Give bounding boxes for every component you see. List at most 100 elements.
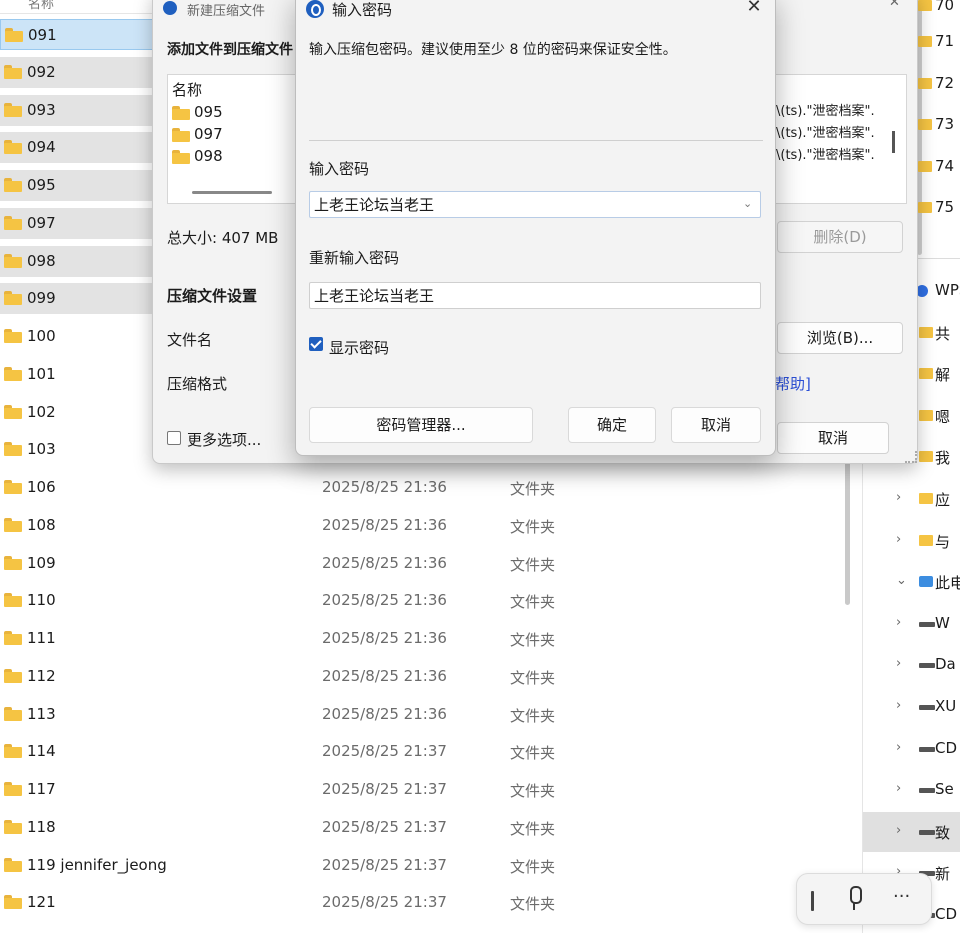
folder-icon <box>5 28 23 42</box>
folder-icon <box>919 410 933 421</box>
password-dialog-title: 输入密码 <box>332 1 393 19</box>
cancel-button[interactable]: 取消 <box>671 407 761 443</box>
nav-item-label: 共 <box>935 325 951 343</box>
confirm-password-input[interactable] <box>309 282 761 309</box>
file-row[interactable]: 110 2025/8/25 21:36 文件夹 <box>0 585 850 616</box>
folder-icon <box>919 535 933 546</box>
file-date: 2025/8/25 21:36 <box>322 705 447 723</box>
password-manager-button[interactable]: 密码管理器... <box>309 407 533 443</box>
password-input[interactable] <box>309 191 761 218</box>
file-name: 106 <box>27 478 56 496</box>
nav-item-label: Da <box>935 655 956 673</box>
nav-item[interactable]: ⌄ 此电 <box>863 562 960 602</box>
list-scrollbar[interactable] <box>845 460 850 605</box>
nav-item-label: 致 <box>935 824 951 842</box>
folder-icon <box>918 36 932 47</box>
file-date: 2025/8/25 21:36 <box>322 516 447 534</box>
listbox-item[interactable]: 097 <box>172 124 292 146</box>
text-cursor-icon[interactable] <box>811 891 814 911</box>
file-name: 099 <box>27 289 56 307</box>
file-row[interactable]: 112 2025/8/25 21:36 文件夹 <box>0 661 850 692</box>
chevron-icon[interactable]: › <box>896 656 901 671</box>
file-row[interactable]: 117 2025/8/25 21:37 文件夹 <box>0 774 850 805</box>
folder-icon <box>918 119 932 130</box>
nav-item[interactable]: › 应 <box>863 479 960 519</box>
chevron-icon[interactable]: › <box>896 740 901 755</box>
file-row[interactable]: 106 2025/8/25 21:36 文件夹 <box>0 472 850 503</box>
more-icon[interactable]: ··· <box>893 886 910 907</box>
cancel-button[interactable]: 取消 <box>777 422 889 454</box>
chevron-down-icon[interactable]: ⌄ <box>743 197 752 210</box>
ok-button[interactable]: 确定 <box>568 407 656 443</box>
file-type: 文件夹 <box>510 556 556 574</box>
chevron-icon[interactable]: › <box>896 781 901 796</box>
folder-icon <box>4 895 22 909</box>
chevron-icon[interactable]: › <box>896 490 901 505</box>
listbox-item[interactable]: 098 <box>172 146 292 168</box>
file-type: 文件夹 <box>510 858 556 876</box>
close-icon[interactable]: ✕ <box>889 0 900 10</box>
file-row[interactable]: 109 2025/8/25 21:36 文件夹 <box>0 548 850 579</box>
file-type: 文件夹 <box>510 895 556 913</box>
nav-item-label: W <box>935 614 950 632</box>
file-date: 2025/8/25 21:36 <box>322 667 447 685</box>
file-name: 118 <box>27 818 56 836</box>
resize-grip-icon[interactable] <box>905 451 917 463</box>
nav-item-label: 71 <box>935 32 955 50</box>
nav-item[interactable]: › 致 <box>863 812 960 852</box>
drive-icon <box>919 788 935 793</box>
chevron-icon[interactable]: › <box>896 698 901 713</box>
nav-item[interactable]: › XU <box>863 687 960 727</box>
nav-item[interactable]: › Se <box>863 770 960 810</box>
folder-icon <box>918 0 932 11</box>
nav-item[interactable]: › CD <box>863 729 960 769</box>
close-icon[interactable]: ✕ <box>742 0 766 19</box>
file-name: 110 <box>27 591 56 609</box>
folder-icon <box>4 744 22 758</box>
file-type: 文件夹 <box>510 820 556 838</box>
chevron-icon[interactable]: › <box>896 615 901 630</box>
file-name: 117 <box>27 780 56 798</box>
more-options-checkbox[interactable] <box>167 431 181 445</box>
delete-button[interactable]: 删除(D) <box>777 221 903 253</box>
folder-icon <box>4 329 22 343</box>
folder-icon <box>4 669 22 683</box>
nav-item[interactable]: › W <box>863 604 960 644</box>
file-row[interactable]: 113 2025/8/25 21:36 文件夹 <box>0 699 850 730</box>
voice-input-toolbar: ··· <box>796 873 932 925</box>
more-options-label[interactable]: 更多选项... <box>187 429 261 450</box>
folder-icon <box>918 78 932 89</box>
file-row[interactable]: 121 2025/8/25 21:37 文件夹 <box>0 887 850 918</box>
compress-dialog-title: 新建压缩文件 <box>187 4 266 19</box>
name-column-header[interactable]: 名称 <box>28 0 54 12</box>
file-name: 098 <box>27 252 56 270</box>
drive-icon <box>919 622 935 627</box>
file-row[interactable]: 118 2025/8/25 21:37 文件夹 <box>0 812 850 843</box>
listbox-hscrollbar[interactable] <box>192 191 272 194</box>
nav-item-label: 应 <box>935 491 951 509</box>
drive-icon <box>919 830 935 835</box>
file-row[interactable]: 108 2025/8/25 21:36 文件夹 <box>0 510 850 541</box>
nav-item-label: CD <box>935 905 958 923</box>
show-password-checkbox[interactable] <box>309 337 323 351</box>
listbox-item[interactable]: 095 <box>172 102 292 124</box>
nav-item[interactable]: › Da <box>863 645 960 685</box>
nav-item[interactable]: › 与 <box>863 521 960 561</box>
file-name: 100 <box>27 327 56 345</box>
help-link[interactable]: 帮助] <box>775 373 811 394</box>
file-row[interactable]: 111 2025/8/25 21:36 文件夹 <box>0 623 850 654</box>
password-label: 输入密码 <box>309 160 370 178</box>
folder-icon <box>4 140 22 154</box>
show-password-label[interactable]: 显示密码 <box>329 337 389 358</box>
file-name: 121 <box>27 893 56 911</box>
chevron-icon[interactable]: ⌄ <box>896 573 907 588</box>
microphone-icon[interactable] <box>847 886 862 912</box>
chevron-icon[interactable]: › <box>896 823 901 838</box>
archive-settings-label: 压缩文件设置 <box>167 287 258 305</box>
file-row[interactable]: 114 2025/8/25 21:37 文件夹 <box>0 736 850 767</box>
file-row[interactable]: 119 jennifer_jeong 2025/8/25 21:37 文件夹 <box>0 850 850 881</box>
nav-item-label: 嗯 <box>935 408 951 426</box>
chevron-icon[interactable]: › <box>896 532 901 547</box>
listbox-vscrollbar[interactable] <box>892 131 895 153</box>
browse-button[interactable]: 浏览(B)... <box>777 322 903 354</box>
